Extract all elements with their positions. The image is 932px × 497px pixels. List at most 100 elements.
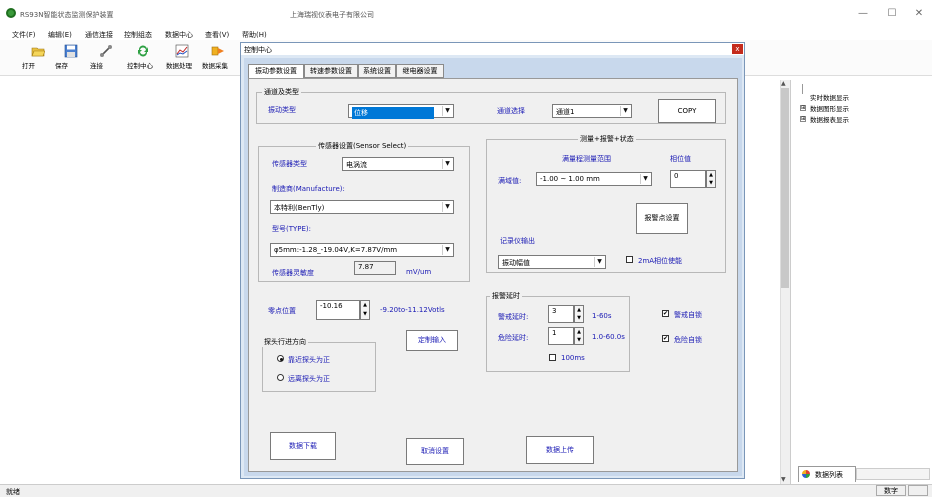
- chevron-down-icon: ▼: [640, 174, 650, 184]
- danger-delay-spinner[interactable]: ▲ ▼: [574, 327, 584, 345]
- warn-delay-label: 警戒延时:: [498, 313, 529, 321]
- direction-far-radio[interactable]: [277, 374, 284, 381]
- tab-system[interactable]: 系统设置: [358, 64, 396, 78]
- warn-delay-field[interactable]: 3: [548, 305, 574, 323]
- scroll-down-icon[interactable]: ▼: [781, 476, 786, 483]
- vib-type-value: 位移: [352, 107, 434, 119]
- control-center-icon: [138, 45, 148, 57]
- open-button[interactable]: 打开: [22, 44, 54, 74]
- recorder-value: 振动幅值: [502, 259, 530, 267]
- model-select[interactable]: φ5mm:-1.28_-19.04V,K=7.87V/mm ▼: [270, 243, 454, 257]
- model-value: φ5mm:-1.28_-19.04V,K=7.87V/mm: [274, 246, 398, 254]
- save-label: 保存: [55, 62, 68, 70]
- data-acquire-icon: [211, 46, 224, 56]
- vib-type-select[interactable]: 位移 ▼: [348, 104, 454, 119]
- danger-delay-field[interactable]: 1: [548, 327, 574, 345]
- phase-enable-label: 2mA相位使能: [638, 257, 683, 265]
- copy-button[interactable]: COPY: [658, 99, 716, 123]
- maximize-button[interactable]: ☐: [877, 4, 907, 24]
- menu-edit[interactable]: 编辑(E): [48, 30, 72, 40]
- span-label: 满域值:: [498, 177, 522, 185]
- danger-delay-label: 危险延时:: [498, 334, 529, 342]
- sensitivity-field[interactable]: 7.87: [354, 261, 396, 275]
- warn-delay-spinner[interactable]: ▲ ▼: [574, 305, 584, 323]
- zero-field[interactable]: -10.16: [316, 300, 360, 320]
- alarm-point-button[interactable]: 报警点设置: [636, 203, 688, 234]
- download-button[interactable]: 数据下载: [270, 432, 336, 460]
- menu-file[interactable]: 文件(F): [12, 30, 36, 40]
- close-window-button[interactable]: ✕: [904, 4, 932, 24]
- menu-data-center[interactable]: 数据中心: [165, 30, 193, 40]
- sensor-type-label: 传感器类型: [272, 160, 307, 168]
- direction-far-label: 远离探头为正: [288, 375, 330, 383]
- danger-latch-label: 危险自锁: [674, 336, 702, 344]
- open-folder-icon: [31, 47, 45, 57]
- zero-range: -9.20to-11.12Votls: [380, 306, 445, 314]
- 100ms-label: 100ms: [561, 354, 585, 362]
- warn-latch-label: 警戒自锁: [674, 311, 702, 319]
- zero-spinner[interactable]: ▲ ▼: [360, 300, 370, 320]
- dialog-close-button[interactable]: x: [732, 44, 743, 54]
- horizontal-scrollbar[interactable]: [856, 468, 930, 480]
- custom-input-button[interactable]: 定制输入: [406, 330, 458, 351]
- channel-select[interactable]: 通道1 ▼: [552, 104, 632, 118]
- scrollbar-thumb[interactable]: [781, 88, 789, 288]
- data-process-icon: [175, 44, 189, 58]
- save-icon: [64, 44, 78, 58]
- 100ms-checkbox[interactable]: [549, 354, 556, 361]
- direction-near-radio[interactable]: [277, 355, 284, 362]
- status-text: 就绪: [6, 488, 20, 496]
- company-title: 上海瑞视仪表电子有限公司: [290, 11, 374, 19]
- direction-group-title: 探头行进方向: [262, 337, 308, 347]
- manufacturer-label: 制造商(Manufacture):: [272, 185, 345, 193]
- dialog-title-bar[interactable]: [241, 43, 744, 55]
- menu-bar: 文件(F) 编辑(E) 通信连接 控制组态 数据中心 查看(V) 帮助(H): [0, 28, 932, 40]
- save-button[interactable]: 保存: [55, 44, 87, 74]
- chevron-down-icon: ▼: [442, 159, 452, 169]
- range-title: 满量程测量范围: [562, 155, 611, 163]
- sensor-type-value: 电涡流: [346, 161, 367, 169]
- span-select[interactable]: -1.00 ~ 1.00 mm ▼: [536, 172, 652, 186]
- cancel-button[interactable]: 取消设置: [406, 438, 464, 465]
- warn-latch-checkbox[interactable]: ✔: [662, 310, 669, 317]
- channel-value: 通道1: [556, 108, 575, 116]
- channel-label: 通道选择: [497, 107, 525, 115]
- recorder-select[interactable]: 振动幅值 ▼: [498, 255, 606, 269]
- tree-item-report[interactable]: ⊞ 数据报表显示: [800, 114, 925, 125]
- tab-relay[interactable]: 继电器设置: [396, 64, 444, 78]
- manufacturer-select[interactable]: 本特利(BenTly) ▼: [270, 200, 454, 214]
- expand-icon[interactable]: ⊞: [800, 105, 806, 111]
- sensitivity-unit: mV/um: [406, 268, 432, 276]
- scroll-up-icon[interactable]: ▲: [781, 80, 786, 87]
- dialog-title: 控制中心: [244, 46, 272, 54]
- menu-control-config[interactable]: 控制组态: [124, 30, 152, 40]
- chevron-down-icon: ▼: [594, 257, 604, 267]
- connect-icon: [100, 45, 112, 57]
- phase-spinner[interactable]: ▲ ▼: [706, 170, 716, 188]
- menu-help[interactable]: 帮助(H): [242, 30, 267, 40]
- phase-field[interactable]: 0: [670, 170, 706, 188]
- recorder-label: 记录仪输出: [500, 237, 535, 245]
- expand-icon[interactable]: ⊞: [800, 116, 806, 122]
- chevron-down-icon: ▼: [442, 106, 452, 116]
- vib-type-label: 振动类型: [268, 106, 296, 114]
- connect-button[interactable]: 连接: [90, 44, 122, 74]
- danger-latch-checkbox[interactable]: ✔: [662, 335, 669, 342]
- tree-item-graph[interactable]: ⊞ 数据图形显示: [800, 103, 925, 114]
- data-process-label: 数据处理: [166, 62, 192, 70]
- data-process-button[interactable]: 数据处理: [166, 44, 198, 74]
- tree-item-realtime[interactable]: 实时数据显示: [800, 92, 925, 103]
- control-center-button[interactable]: 控制中心: [127, 44, 159, 74]
- minimize-button[interactable]: —: [848, 4, 878, 24]
- upload-button[interactable]: 数据上传: [526, 436, 594, 464]
- data-acquire-button[interactable]: 数据采集: [202, 44, 234, 74]
- sensitivity-label: 传感器灵敏度: [272, 269, 314, 277]
- manufacturer-value: 本特利(BenTly): [274, 204, 325, 212]
- tab-vibration[interactable]: 振动参数设置: [248, 64, 304, 79]
- tab-speed[interactable]: 转速参数设置: [304, 64, 358, 78]
- menu-connect[interactable]: 通信连接: [85, 30, 113, 40]
- sensor-type-select[interactable]: 电涡流 ▼: [342, 157, 454, 171]
- menu-view[interactable]: 查看(V): [205, 30, 229, 40]
- data-tree: 实时数据显示 ⊞ 数据图形显示 ⊞ 数据报表显示: [800, 92, 925, 132]
- phase-enable-checkbox[interactable]: [626, 256, 633, 263]
